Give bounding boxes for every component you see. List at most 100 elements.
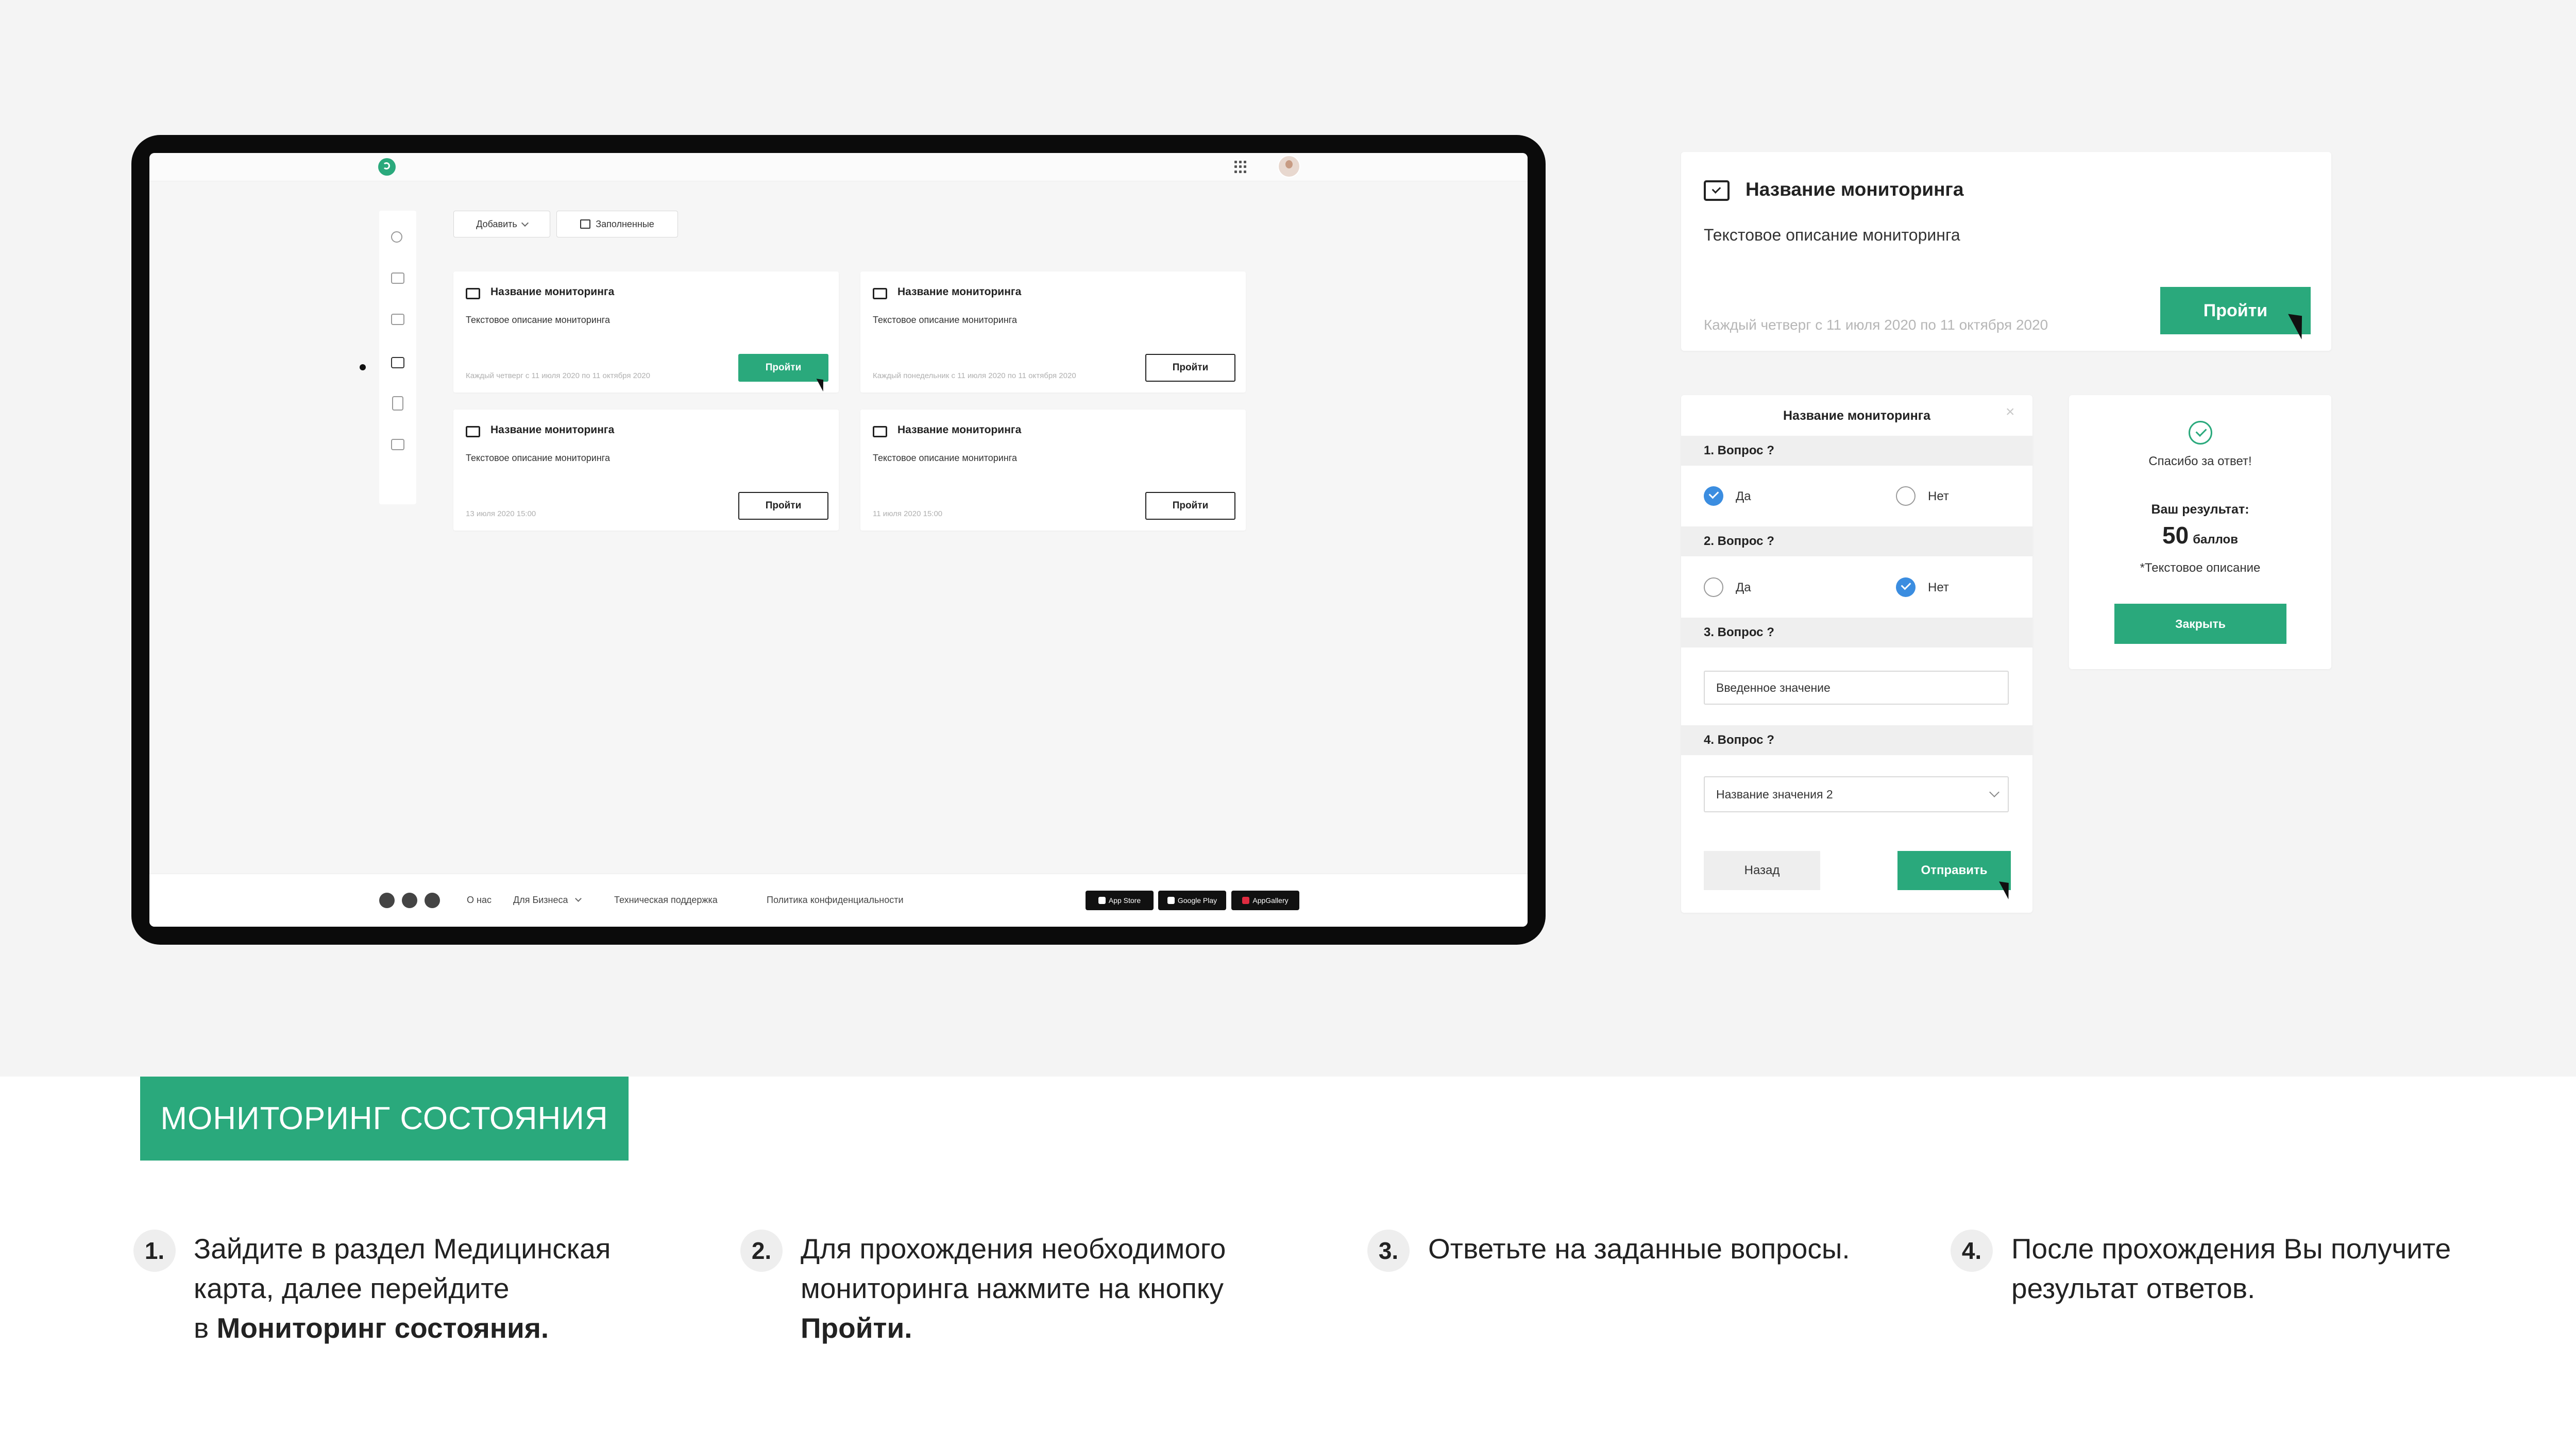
radio-no-q1[interactable] [1896, 486, 1916, 506]
question-label: 3. Вопрос ? [1681, 618, 2032, 647]
step-prefix: в [194, 1312, 217, 1344]
score-unit: баллов [2193, 533, 2238, 547]
monitor-check-icon [873, 426, 887, 437]
step-number: 2. [740, 1230, 783, 1272]
card-date: Каждый четверг с 11 июля 2020 по 11 октя… [466, 371, 650, 380]
chevron-down-icon [1989, 787, 1999, 797]
step-text: Зайдите в раздел Медицинская карта, дале… [194, 1229, 611, 1348]
footer-link-support[interactable]: Техническая поддержка [614, 895, 718, 906]
card-description: Текстовое описание мониторинга [466, 315, 610, 325]
sidebar-folder-icon[interactable] [391, 439, 404, 450]
select-value: Название значения 2 [1716, 787, 1833, 801]
radio-label: Нет [1928, 581, 1949, 594]
step-line: Зайдите в раздел Медицинская [194, 1233, 611, 1265]
thanks-text: Спасибо за ответ! [2148, 454, 2252, 468]
sidebar-monitoring-icon[interactable] [391, 357, 404, 368]
result-modal: Спасибо за ответ! Ваш результат: 50 балло… [2069, 395, 2331, 669]
monitoring-card: Название мониторинга Текстовое описание … [860, 410, 1246, 531]
card-title: Название мониторинга [897, 286, 1022, 298]
step-number: 4. [1951, 1230, 1993, 1272]
step-number: 3. [1367, 1230, 1410, 1272]
sidebar-profile-icon[interactable] [391, 231, 402, 243]
app-store-badge[interactable]: App Store [1086, 891, 1154, 910]
card-title: Название мониторинга [490, 286, 615, 298]
check-circle-icon [2189, 421, 2212, 445]
card-description: Текстовое описание мониторинга [1704, 226, 1960, 244]
submit-button[interactable]: Отправить [1897, 851, 2011, 890]
app-gallery-label: AppGallery [1252, 896, 1289, 905]
huawei-icon [1242, 897, 1250, 904]
app-gallery-badge[interactable]: AppGallery [1231, 891, 1299, 910]
start-button[interactable]: Пройти [738, 492, 828, 520]
add-dropdown-button[interactable]: Добавить [453, 211, 550, 237]
sidebar-calendar-icon[interactable] [391, 272, 404, 284]
app-store-label: App Store [1108, 896, 1141, 905]
apps-grid-icon[interactable] [1234, 161, 1247, 173]
card-description: Текстовое описание мониторинга [466, 453, 610, 463]
footer-link-about[interactable]: О нас [467, 895, 492, 906]
step-line: мониторинга нажмите на кнопку [801, 1272, 1224, 1304]
card-title: Название мониторинга [1745, 179, 1964, 200]
chevron-down-icon [574, 895, 582, 902]
start-button[interactable]: Пройти [2160, 287, 2311, 334]
result-label: Ваш результат: [2151, 502, 2249, 517]
card-title: Название мониторинга [490, 424, 615, 436]
logo-icon[interactable] [378, 158, 396, 176]
chevron-down-icon [521, 219, 529, 227]
result-score: 50 баллов [2069, 521, 2331, 549]
start-button[interactable]: Пройти [1145, 492, 1235, 520]
step-line: в Мониторинг состояния. [194, 1308, 611, 1348]
radio-yes-q2[interactable] [1704, 577, 1723, 597]
app-screen: Добавить Заполненные Название мониторинг… [149, 153, 1528, 927]
monitor-check-icon [466, 288, 480, 299]
questionnaire-modal: Название мониторинга × 1. Вопрос ? Да Не… [1681, 395, 2032, 913]
sidebar-document-icon[interactable] [392, 396, 403, 411]
card-title: Название мониторинга [897, 424, 1022, 436]
card-description: Текстовое описание мониторинга [873, 453, 1017, 463]
monitoring-card: Название мониторинга Текстовое описание … [453, 271, 839, 393]
active-indicator [360, 364, 366, 370]
monitoring-card: Название мониторинга Текстовое описание … [453, 410, 839, 531]
filled-button[interactable]: Заполненные [556, 211, 678, 237]
sidebar-chat-icon[interactable] [391, 314, 404, 325]
app-footer: О нас Для Бизнеса Техническая поддержка … [149, 874, 1528, 927]
card-date: 11 июля 2020 15:00 [873, 509, 943, 518]
card-date: Каждый понедельник с 11 июля 2020 по 11 … [873, 371, 1076, 380]
answer-select[interactable]: Название значения 2 [1704, 776, 2009, 812]
answer-input[interactable]: Введенное значение [1704, 671, 2009, 705]
monitoring-card: Название мониторинга Текстовое описание … [860, 271, 1246, 393]
step-line: Для прохождения необходимого [801, 1233, 1226, 1265]
footer-link-privacy[interactable]: Политика конфиденциальности [767, 895, 904, 906]
facebook-icon[interactable] [379, 893, 395, 908]
card-date: 13 июля 2020 15:00 [466, 509, 536, 518]
card-description: Текстовое описание мониторинга [873, 315, 1017, 325]
card-date: Каждый четверг с 11 июля 2020 по 11 октя… [1704, 317, 2048, 333]
step-text: После прохождения Вы получите результат … [2011, 1229, 2451, 1308]
add-label: Добавить [476, 218, 517, 229]
monitor-check-icon [466, 426, 480, 437]
google-play-label: Google Play [1177, 896, 1217, 905]
monitor-check-icon [1704, 180, 1730, 201]
question-label: 1. Вопрос ? [1681, 436, 2032, 466]
close-button[interactable]: Закрыть [2114, 604, 2286, 644]
avatar[interactable] [1278, 155, 1300, 178]
radio-yes-q1[interactable] [1704, 486, 1723, 506]
google-play-badge[interactable]: Google Play [1158, 891, 1226, 910]
close-icon[interactable]: × [2006, 403, 2015, 421]
monitoring-card-zoom: Название мониторинга Текстовое описание … [1681, 152, 2331, 351]
question-label: 4. Вопрос ? [1681, 725, 2032, 755]
step-line: карта, далее перейдите [194, 1272, 510, 1304]
apple-icon [1098, 897, 1106, 904]
radio-label: Да [1736, 489, 1751, 503]
step-text: Ответьте на заданные вопросы. [1428, 1229, 1850, 1269]
modal-title: Название мониторинга [1783, 408, 1931, 423]
footer-link-business[interactable]: Для Бизнеса [513, 895, 582, 906]
back-button[interactable]: Назад [1704, 851, 1820, 890]
start-button[interactable]: Пройти [1145, 354, 1235, 382]
start-button[interactable]: Пройти [738, 354, 828, 382]
radio-no-q2[interactable] [1896, 577, 1916, 597]
footer-link-business-label: Для Бизнеса [513, 895, 568, 905]
instagram-icon[interactable] [402, 893, 417, 908]
question-label: 2. Вопрос ? [1681, 526, 2032, 556]
telegram-icon[interactable] [425, 893, 440, 908]
